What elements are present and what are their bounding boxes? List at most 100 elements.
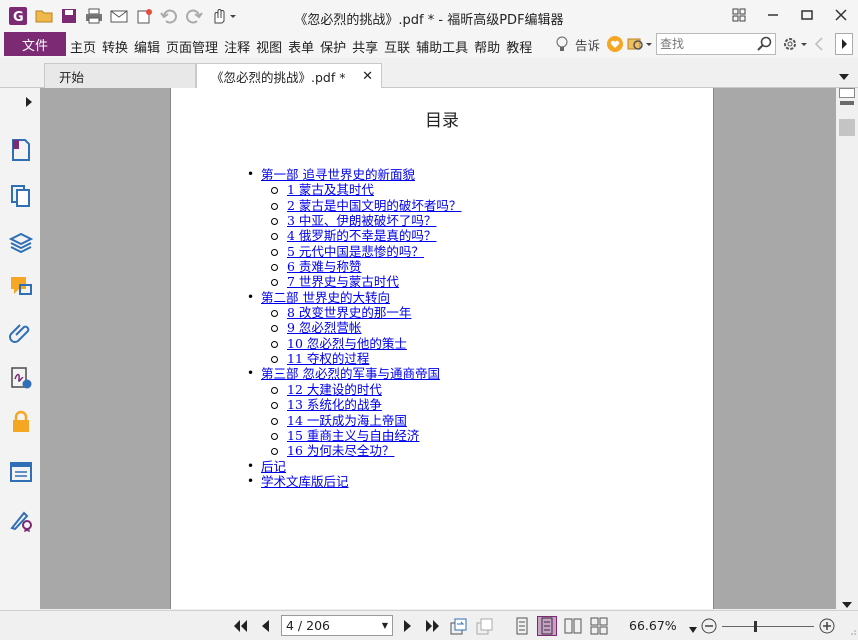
menu-item[interactable]: 互联 (384, 37, 410, 56)
menu-item[interactable]: 页面管理 (166, 37, 218, 56)
toc-link[interactable]: 第三部 忽必烈的军事与通商帝国 (261, 366, 440, 381)
facing-view-icon[interactable] (563, 616, 583, 636)
zoom-out-button[interactable] (699, 616, 719, 636)
menu-item[interactable]: 转换 (102, 37, 128, 56)
security-lock-icon[interactable] (9, 410, 33, 434)
find-options-icon[interactable] (626, 36, 654, 52)
toc-link[interactable]: 第一部 追寻世界史的新面貌 (261, 167, 415, 182)
previous-page-button[interactable] (255, 616, 275, 636)
toc-entry: 第二部 世界史的大转向 (247, 290, 461, 306)
toc-link[interactable]: 后记 (261, 459, 286, 474)
toc-link[interactable]: 第二部 世界史的大转向 (261, 290, 390, 305)
menu-item[interactable]: 辅助工具 (416, 37, 468, 56)
heart-icon[interactable] (604, 36, 626, 52)
search-input[interactable] (657, 34, 755, 54)
scroll-track-thumb[interactable] (839, 119, 855, 136)
single-page-view-icon[interactable] (512, 616, 532, 636)
toc-entry: 15 重商主义与自由经济 (261, 428, 461, 443)
toc-entry: 学术文库版后记 (247, 474, 461, 490)
toc-link[interactable]: 14 一跃成为海上帝国 (287, 413, 407, 428)
menu-item[interactable]: 表单 (288, 37, 314, 56)
zoom-dropdown-icon[interactable] (689, 622, 697, 636)
ribbon-display-icon[interactable] (722, 0, 756, 30)
last-page-button[interactable] (423, 616, 443, 636)
menu-item[interactable]: 主页 (70, 37, 96, 56)
tab-document[interactable]: 《忽必烈的挑战》.pdf * ✕ (196, 63, 382, 88)
zoom-slider-thumb[interactable] (754, 621, 757, 632)
form-fields-icon[interactable] (9, 460, 33, 484)
minimize-button[interactable] (756, 0, 790, 30)
toc-link[interactable]: 1 蒙古及其时代 (287, 182, 374, 197)
menu-item[interactable]: 帮助 (474, 37, 500, 56)
page-number-input[interactable]: 4 / 206 ▼ (281, 615, 393, 636)
scroll-up-arrow[interactable] (839, 88, 855, 98)
signatures-icon[interactable] (9, 366, 33, 390)
toc-link[interactable]: 3 中亚、伊朗被破坏了吗？ (287, 213, 436, 228)
toc-entry: 16 为何未尽全功？ (261, 443, 461, 458)
ribbon-prev-icon[interactable] (809, 37, 829, 51)
toc-entry: 10 忽必烈与他的策士 (261, 336, 461, 351)
toc-link[interactable]: 7 世界史与蒙古时代 (287, 274, 399, 289)
page-thumbnails-icon[interactable] (9, 184, 33, 208)
layers-icon[interactable] (8, 230, 34, 254)
first-page-button[interactable] (230, 616, 250, 636)
continuous-facing-view-icon[interactable] (589, 616, 609, 636)
toc-entry: 2 蒙古是中国文明的破坏者吗？ (261, 198, 461, 213)
tab-list-dropdown-icon[interactable] (839, 69, 849, 83)
toc-link[interactable]: 6 责难与称赞 (287, 259, 361, 274)
menu-item[interactable]: 教程 (506, 37, 532, 56)
close-tab-icon[interactable]: ✕ (362, 69, 373, 84)
attachments-icon[interactable] (9, 321, 33, 345)
pdf-page: 目录 第一部 追寻世界史的新面貌1 蒙古及其时代2 蒙古是中国文明的破坏者吗？3… (170, 88, 714, 609)
next-view-icon[interactable] (475, 616, 495, 636)
page-dropdown-icon[interactable]: ▼ (382, 616, 388, 635)
scroll-down-icon[interactable] (842, 597, 852, 611)
scroll-thumb[interactable] (840, 101, 854, 105)
certificate-icon[interactable] (9, 508, 33, 532)
menu-item[interactable]: 编辑 (134, 37, 160, 56)
search-icon[interactable] (757, 36, 773, 55)
toc-link[interactable]: 15 重商主义与自由经济 (287, 428, 419, 443)
menu-items: 主页 转换 编辑 页面管理 注释 视图 表单 保护 共享 互联 辅助工具 帮助 教程 (70, 37, 538, 56)
toc-link[interactable]: 4 俄罗斯的不幸是真的吗？ (287, 228, 436, 243)
table-of-contents: 第一部 追寻世界史的新面貌1 蒙古及其时代2 蒙古是中国文明的破坏者吗？3 中亚… (247, 167, 461, 490)
toc-link[interactable]: 12 大建设的时代 (287, 382, 382, 397)
previous-view-icon[interactable] (449, 616, 469, 636)
toc-link[interactable]: 8 改变世界史的那一年 (287, 305, 411, 320)
toc-link[interactable]: 11 夺权的过程 (287, 351, 369, 366)
zoom-in-button[interactable] (817, 616, 837, 636)
resize-grip-icon[interactable] (848, 624, 856, 638)
file-menu-button[interactable]: 文件 (4, 32, 66, 56)
zoom-slider[interactable] (722, 621, 814, 632)
search-box[interactable] (656, 33, 776, 55)
toc-link[interactable]: 16 为何未尽全功？ (287, 443, 394, 458)
toc-link[interactable]: 2 蒙古是中国文明的破坏者吗？ (287, 198, 461, 213)
menu-item[interactable]: 共享 (352, 37, 378, 56)
continuous-view-icon[interactable] (537, 616, 557, 636)
vertical-scrollbar[interactable] (836, 88, 858, 609)
document-viewport[interactable]: 目录 第一部 追寻世界史的新面貌1 蒙古及其时代2 蒙古是中国文明的破坏者吗？3… (40, 88, 836, 609)
bookmark-panel-icon[interactable] (9, 138, 33, 162)
status-bar: 4 / 206 ▼ 66.67% (0, 610, 858, 640)
tab-start[interactable]: 开始 (44, 63, 196, 88)
menu-item[interactable]: 保护 (320, 37, 346, 56)
close-button[interactable] (824, 0, 858, 30)
tab-label: 《忽必烈的挑战》.pdf * (211, 69, 346, 85)
settings-icon[interactable] (781, 36, 809, 52)
toc-entry: 1 蒙古及其时代 (261, 182, 461, 197)
zoom-level[interactable]: 66.67% (629, 618, 677, 633)
expand-panel-icon[interactable] (26, 96, 32, 110)
menu-item[interactable]: 视图 (256, 37, 282, 56)
ribbon-next-icon[interactable] (835, 33, 853, 55)
toc-link[interactable]: 9 忽必烈营帐 (287, 320, 361, 335)
tell-me-label[interactable]: 告诉 (575, 35, 600, 54)
toc-link[interactable]: 学术文库版后记 (261, 474, 349, 489)
toc-link[interactable]: 10 忽必烈与他的策士 (287, 336, 407, 351)
toc-link[interactable]: 13 系统化的战争 (287, 397, 382, 412)
toc-link[interactable]: 5 元代中国是悲惨的吗？ (287, 244, 424, 259)
comments-icon[interactable] (9, 275, 33, 299)
next-page-button[interactable] (398, 616, 418, 636)
menu-item[interactable]: 注释 (224, 37, 250, 56)
lightbulb-icon[interactable] (552, 36, 572, 52)
maximize-button[interactable] (790, 0, 824, 30)
